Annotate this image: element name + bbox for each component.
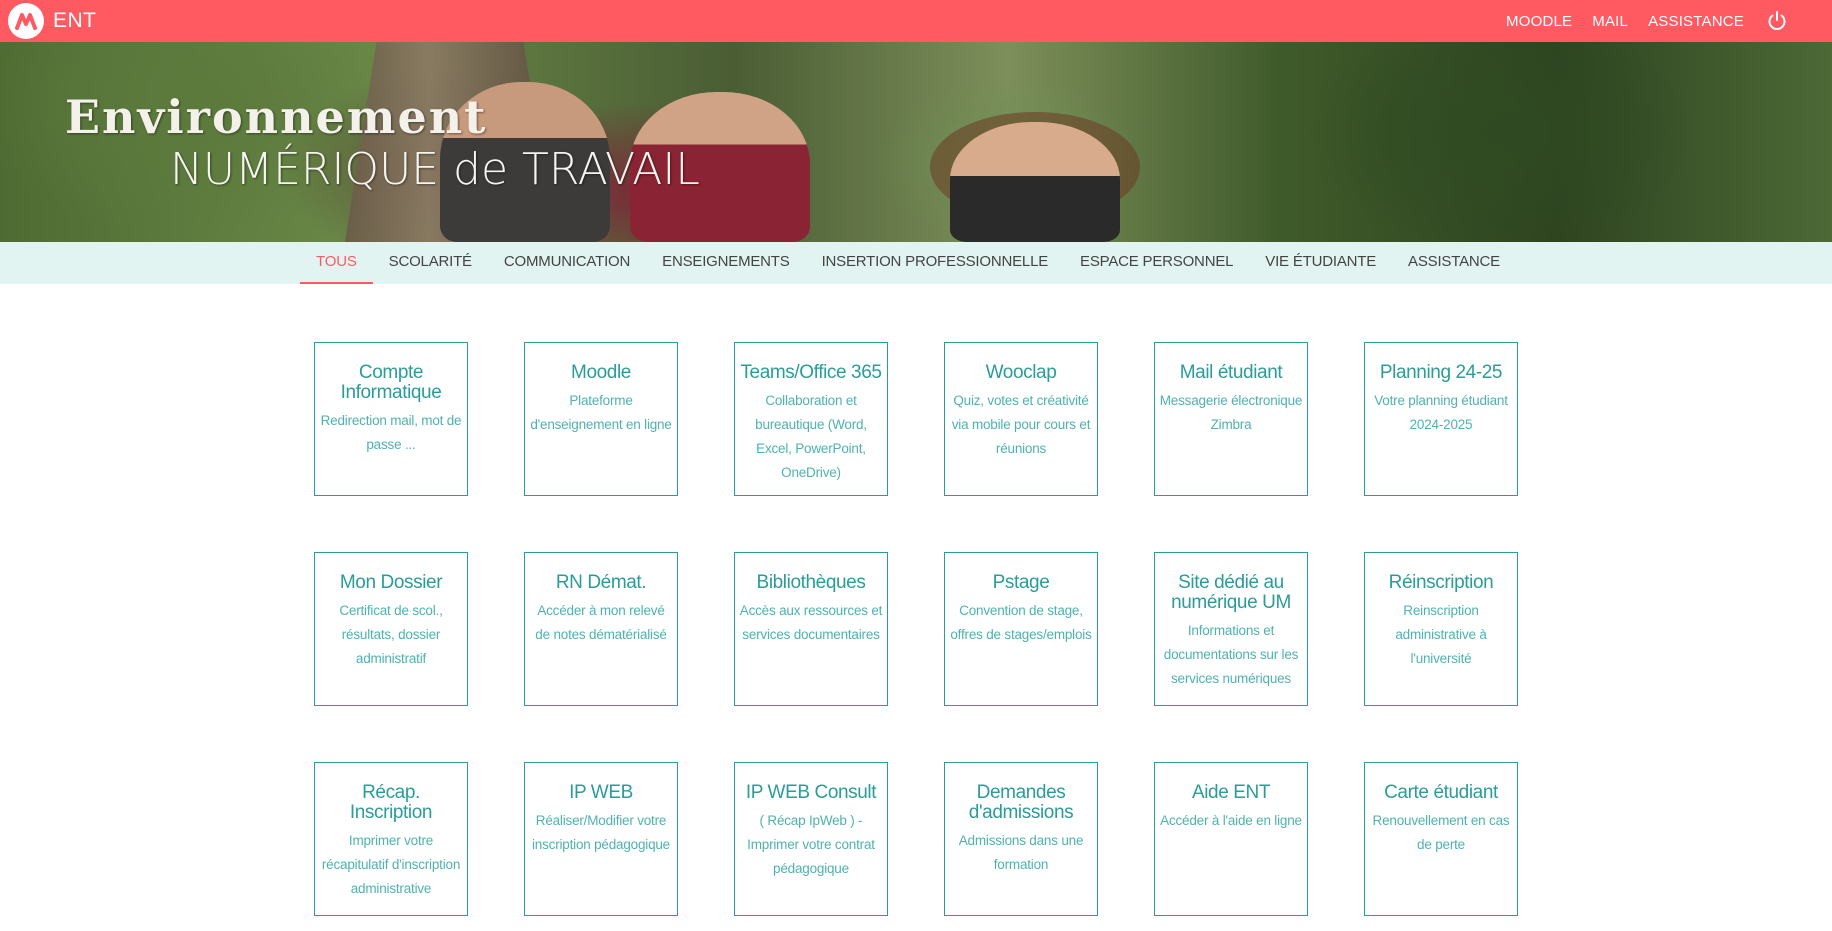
tile-description: Informations et documentations sur les s…	[1163, 623, 1299, 686]
tile-description: Collaboration et bureautique (Word, Exce…	[755, 393, 867, 480]
tab-scolarite[interactable]: SCOLARITÉ	[373, 242, 488, 284]
tile-aide-ent[interactable]: Aide ENT Accéder à l'aide en ligne	[1154, 762, 1308, 916]
tile-reinscription[interactable]: Réinscription Reinscription administrati…	[1364, 552, 1518, 706]
tile-title: Teams/Office 365	[740, 362, 882, 383]
tile-title: Bibliothèques	[756, 572, 866, 593]
tile-title: Récap. Inscription	[349, 782, 433, 823]
tile-description: Reinscription administrative à l'univers…	[1395, 603, 1487, 666]
tile-description: Redirection mail, mot de passe ...	[320, 413, 462, 452]
tile-description: Réaliser/Modifier votre inscription péda…	[531, 813, 670, 852]
tile-rn-demat[interactable]: RN Démat. Accéder à mon relevé de notes …	[524, 552, 678, 706]
banner-photo-person	[950, 122, 1120, 242]
um-logo-icon[interactable]	[8, 3, 44, 39]
tile-moodle[interactable]: Moodle Plateforme d'enseignement en lign…	[524, 342, 678, 496]
tile-compte-informatique[interactable]: Compte Informatique Redirection mail, mo…	[314, 342, 468, 496]
tab-vie-etudiante[interactable]: VIE ÉTUDIANTE	[1249, 242, 1392, 284]
tile-wooclap[interactable]: Wooclap Quiz, votes et créativité via mo…	[944, 342, 1098, 496]
tile-title: IP WEB	[569, 782, 633, 803]
tile-title: Wooclap	[985, 362, 1057, 383]
tile-title: Mon Dossier	[339, 572, 443, 593]
banner: Environnement NUMÉRIQUE de TRAVAIL	[0, 42, 1832, 242]
tile-description: Imprimer votre récapitulatif d'inscripti…	[321, 833, 461, 896]
assistance-link[interactable]: ASSISTANCE	[1648, 13, 1744, 30]
tile-description: Renouvellement en cas de perte	[1372, 813, 1510, 852]
tile-description: Accéder à mon relevé de notes dématérial…	[535, 603, 667, 642]
category-nav: TOUS SCOLARITÉ COMMUNICATION ENSEIGNEMEN…	[0, 242, 1832, 284]
banner-subtitle: NUMÉRIQUE de TRAVAIL	[170, 144, 700, 195]
tab-tous[interactable]: TOUS	[300, 242, 373, 284]
tile-site-numerique-um[interactable]: Site dédié au numérique UM Informations …	[1154, 552, 1308, 706]
tile-mon-dossier[interactable]: Mon Dossier Certificat de scol., résulta…	[314, 552, 468, 706]
tile-title: Planning 24-25	[1379, 362, 1503, 383]
tile-title: RN Démat.	[555, 572, 647, 593]
tile-title: Carte étudiant	[1384, 782, 1498, 803]
tile-description: Convention de stage, offres de stages/em…	[950, 603, 1092, 642]
power-icon[interactable]	[1766, 10, 1788, 32]
tab-insertion-professionnelle[interactable]: INSERTION PROFESSIONNELLE	[806, 242, 1064, 284]
tab-enseignements[interactable]: ENSEIGNEMENTS	[646, 242, 805, 284]
banner-title: Environnement	[65, 90, 488, 144]
app-tiles-grid: Compte Informatique Redirection mail, mo…	[314, 342, 1520, 916]
tile-description: Messagerie électronique Zimbra	[1159, 393, 1303, 432]
top-links: MOODLE MAIL ASSISTANCE	[1506, 0, 1832, 42]
top-bar: ENT MOODLE MAIL ASSISTANCE	[0, 0, 1832, 42]
tile-description: Plateforme d'enseignement en ligne	[530, 393, 672, 432]
tile-title: Mail étudiant	[1179, 362, 1283, 383]
tab-espace-personnel[interactable]: ESPACE PERSONNEL	[1064, 242, 1249, 284]
tab-communication[interactable]: COMMUNICATION	[488, 242, 646, 284]
tile-title: Compte Informatique	[340, 362, 442, 403]
tile-planning[interactable]: Planning 24-25 Votre planning étudiant 2…	[1364, 342, 1518, 496]
tile-description: ( Récap IpWeb ) - Imprimer votre contrat…	[747, 813, 875, 876]
tile-mail-etudiant[interactable]: Mail étudiant Messagerie électronique Zi…	[1154, 342, 1308, 496]
tile-demandes-admissions[interactable]: Demandes d'admissions Admissions dans un…	[944, 762, 1098, 916]
tile-description: Quiz, votes et créativité via mobile pou…	[951, 393, 1091, 456]
tile-carte-etudiant[interactable]: Carte étudiant Renouvellement en cas de …	[1364, 762, 1518, 916]
tile-description: Certificat de scol., résultats, dossier …	[339, 603, 443, 666]
tile-title: Pstage	[992, 572, 1050, 593]
tile-title: Site dédié au numérique UM	[1171, 572, 1291, 613]
tile-title: Demandes d'admissions	[968, 782, 1074, 823]
app-name[interactable]: ENT	[53, 0, 97, 42]
tile-title: IP WEB Consult	[745, 782, 877, 803]
tile-bibliotheques[interactable]: Bibliothèques Accès aux ressources et se…	[734, 552, 888, 706]
tile-ip-web[interactable]: IP WEB Réaliser/Modifier votre inscripti…	[524, 762, 678, 916]
tab-assistance[interactable]: ASSISTANCE	[1392, 242, 1516, 284]
tile-description: Accès aux ressources et services documen…	[739, 603, 883, 642]
moodle-link[interactable]: MOODLE	[1506, 13, 1572, 30]
tile-teams-office-365[interactable]: Teams/Office 365 Collaboration et bureau…	[734, 342, 888, 496]
tile-title: Aide ENT	[1191, 782, 1271, 803]
tile-description: Admissions dans une formation	[958, 833, 1084, 872]
tile-title: Moodle	[571, 362, 631, 383]
tile-ip-web-consult[interactable]: IP WEB Consult ( Récap IpWeb ) - Imprime…	[734, 762, 888, 916]
mail-link[interactable]: MAIL	[1592, 13, 1628, 30]
tile-pstage[interactable]: Pstage Convention de stage, offres de st…	[944, 552, 1098, 706]
tile-recap-inscription[interactable]: Récap. Inscription Imprimer votre récapi…	[314, 762, 468, 916]
tile-description: Accéder à l'aide en ligne	[1160, 813, 1302, 828]
tile-title: Réinscription	[1388, 572, 1494, 593]
tile-description: Votre planning étudiant 2024-2025	[1374, 393, 1508, 432]
